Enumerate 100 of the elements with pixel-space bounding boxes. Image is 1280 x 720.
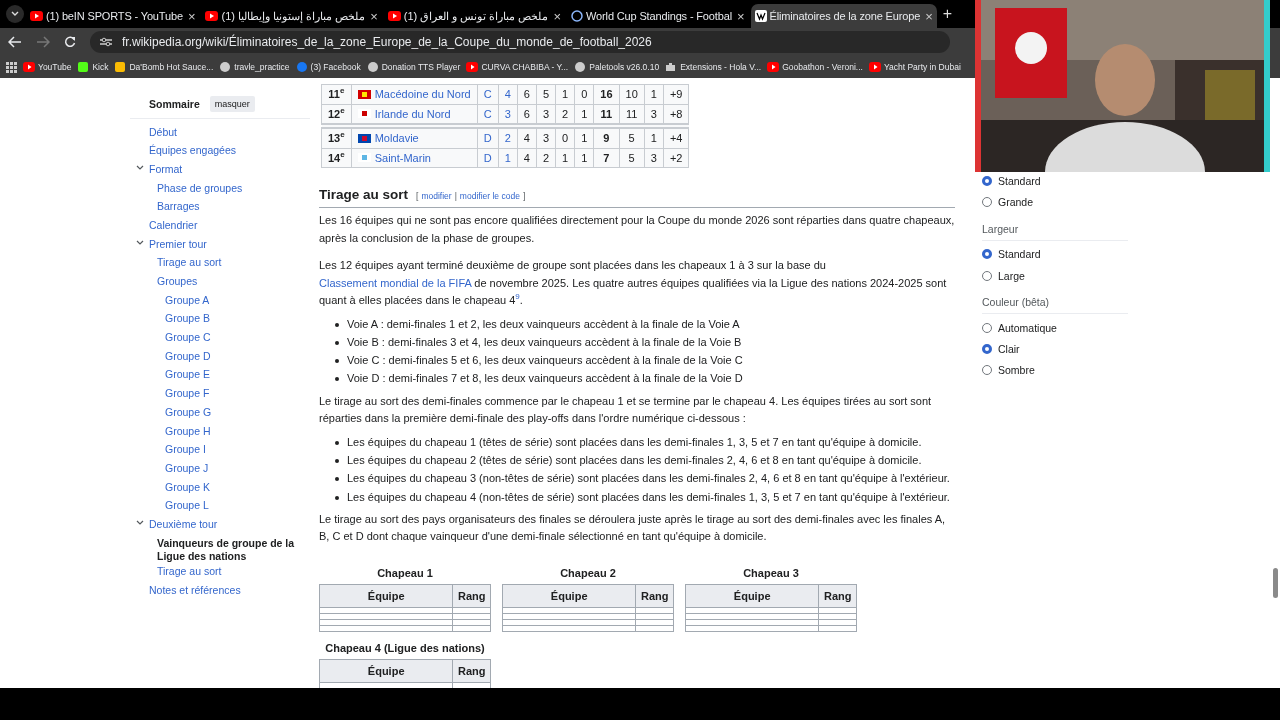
play-icon bbox=[868, 62, 881, 72]
toc-link[interactable]: Groupe D bbox=[165, 349, 211, 363]
toc-link[interactable]: Groupe I bbox=[165, 443, 206, 457]
list-item: Les équipes du chapeau 2 (têtes de série) sont placées dans les demi-finales 2, 4, 6 et 8 en tant qu'équipe à domicile. bbox=[347, 453, 922, 468]
address-bar[interactable]: fr.wikipedia.org/wiki/Éliminatoires_de_la_zone_Europe_de_la_Coupe_du_monde_de_football_2026 bbox=[90, 31, 950, 53]
toc-link[interactable]: Premier tour bbox=[149, 237, 207, 251]
bookmark[interactable]: travle_practice bbox=[219, 62, 290, 72]
bookmark[interactable]: Da'Bomb Hot Sauce... bbox=[114, 62, 214, 72]
forward-icon[interactable] bbox=[36, 36, 50, 48]
radio-label[interactable]: Standard bbox=[998, 248, 1041, 261]
radio-button[interactable] bbox=[982, 270, 992, 281]
reload-icon[interactable] bbox=[64, 36, 76, 48]
toc-link[interactable]: Format bbox=[149, 162, 183, 176]
edit-link[interactable]: modifier bbox=[421, 187, 452, 205]
table-cell: 0 bbox=[562, 132, 569, 145]
new-tab-button[interactable]: + bbox=[938, 5, 957, 23]
close-tab-button[interactable]: × bbox=[187, 8, 196, 24]
close-tab-button[interactable]: × bbox=[553, 8, 562, 24]
rank-cell: 14$^{e}$ bbox=[328, 151, 345, 164]
radio-button[interactable] bbox=[982, 196, 992, 207]
close-tab-button[interactable]: × bbox=[925, 8, 933, 24]
toc-link[interactable]: Début bbox=[149, 125, 178, 139]
list-item: Voie A : demi-finales 1 et 2, les deux vainqueurs accèdent à la finale de la Voie A bbox=[347, 316, 740, 332]
table-cell: 3 bbox=[542, 132, 550, 145]
toc-link[interactable]: Groupe J bbox=[165, 461, 209, 475]
flag-icon bbox=[357, 109, 371, 118]
toc-link[interactable]: Groupe A bbox=[165, 293, 210, 307]
back-icon[interactable] bbox=[8, 36, 22, 48]
toc-link[interactable]: Deuxième tour bbox=[149, 517, 218, 531]
toc-link[interactable]: Groupe K bbox=[165, 480, 210, 494]
bookmark[interactable]: (3) Facebook bbox=[295, 62, 361, 72]
toc-link[interactable]: Groupe F bbox=[165, 387, 210, 401]
browser-tab[interactable]: (1) beIN SPORTS - YouTube × bbox=[26, 4, 200, 28]
toc-link[interactable]: Calendrier bbox=[149, 218, 198, 232]
bullet-icon bbox=[335, 322, 339, 327]
table-cell: 5 bbox=[628, 151, 635, 164]
column-header: Rang bbox=[452, 659, 491, 683]
toc-link[interactable]: Groupe B bbox=[165, 312, 210, 326]
toc-link[interactable]: Groupe C bbox=[165, 331, 211, 345]
browser-tab[interactable]: (1) ملخص مباراة تونس و العراق × bbox=[383, 4, 566, 28]
radio-label[interactable]: Grande bbox=[998, 195, 1034, 208]
radio-button[interactable] bbox=[982, 249, 992, 260]
toc-link[interactable]: Groupe G bbox=[165, 405, 212, 419]
toc-link[interactable]: Vainqueurs de groupe de la Ligue des nations bbox=[157, 536, 310, 563]
table-cell: 1 bbox=[650, 88, 657, 101]
link[interactable]: Classement mondial de la FIFA bbox=[319, 276, 472, 289]
radio-label[interactable]: Large bbox=[998, 269, 1025, 282]
toc-link[interactable]: Groupe E bbox=[165, 368, 210, 382]
flag-icon bbox=[357, 153, 371, 162]
bookmark[interactable]: Donation TTS Player bbox=[366, 62, 461, 72]
reference-link[interactable]: 9 bbox=[515, 292, 520, 302]
bookmark[interactable]: Paletools v26.0.10 bbox=[574, 62, 660, 72]
table-cell: 10 bbox=[625, 88, 638, 101]
table-cell: 9 bbox=[603, 132, 610, 145]
browser-tab[interactable]: Éliminatoires de la zone Europe × bbox=[750, 4, 937, 28]
radio-label[interactable]: Automatique bbox=[998, 321, 1057, 334]
close-tab-button[interactable]: × bbox=[736, 8, 745, 24]
table-cell: 1 bbox=[581, 107, 588, 120]
table-cell: 1 bbox=[562, 151, 569, 164]
toc-link[interactable]: Notes et références bbox=[149, 583, 241, 597]
hide-button[interactable]: masquer bbox=[209, 96, 255, 112]
flag-icon bbox=[357, 89, 371, 99]
bookmark[interactable]: Extensions - Hola V... bbox=[665, 62, 762, 72]
edit-link[interactable]: modifier le code bbox=[459, 187, 520, 205]
radio-label[interactable]: Sombre bbox=[998, 364, 1035, 377]
close-tab-button[interactable]: × bbox=[370, 8, 378, 24]
toc-link[interactable]: Groupe H bbox=[165, 424, 211, 438]
bookmark[interactable]: YouTube bbox=[23, 62, 72, 72]
toc-link[interactable]: Barrages bbox=[157, 200, 200, 214]
chevron-down-icon[interactable] bbox=[135, 239, 144, 246]
browser-tab[interactable]: (1) ملخص مباراة إستونيا وإيطاليا × bbox=[201, 4, 382, 28]
toc-link[interactable]: Équipes engagées bbox=[149, 144, 236, 158]
radio-button[interactable] bbox=[982, 322, 992, 333]
radio-button[interactable] bbox=[982, 365, 992, 376]
chevron-down-icon[interactable] bbox=[135, 164, 144, 171]
toc-link[interactable]: Groupes bbox=[157, 275, 198, 288]
toc-link[interactable]: Groupe L bbox=[165, 499, 209, 513]
option-group-heading: Couleur (bêta) bbox=[982, 286, 1128, 315]
browser-tab[interactable]: World Cup Standings - Footbal × bbox=[567, 4, 749, 28]
toc-link[interactable]: Phase de groupes bbox=[157, 181, 243, 195]
chevron-down-icon[interactable] bbox=[135, 519, 144, 526]
column-header: Équipe bbox=[319, 659, 453, 683]
list-item: Voie D : demi-finales 7 et 8, les deux vainqueurs accèdent à la finale de la Voie D bbox=[347, 371, 743, 387]
table-cell: 4 bbox=[523, 151, 530, 164]
apps-grid-icon[interactable] bbox=[6, 61, 17, 73]
bookmark[interactable]: Kick bbox=[77, 62, 109, 72]
radio-label[interactable]: Clair bbox=[998, 343, 1020, 356]
radio-button[interactable] bbox=[982, 175, 992, 186]
toc-link[interactable]: Tirage au sort bbox=[157, 256, 222, 270]
radio-button[interactable] bbox=[982, 344, 992, 355]
toc-link[interactable]: Tirage au sort bbox=[157, 565, 222, 579]
bookmark[interactable]: Yacht Party in Dubai bbox=[868, 62, 961, 72]
site-settings-icon[interactable] bbox=[100, 37, 112, 47]
table-cell: 4 bbox=[523, 132, 530, 145]
bookmark[interactable]: CURVA CHABIBA - Y... bbox=[466, 62, 569, 72]
bookmark[interactable]: Goobathon - Veroni... bbox=[767, 62, 863, 72]
radio-label[interactable]: Standard bbox=[998, 174, 1041, 187]
table-cell: 16 bbox=[600, 88, 613, 101]
tab-title: (1) ملخص مباراة إستونيا وإيطاليا bbox=[221, 9, 366, 23]
tab-list-button[interactable] bbox=[6, 5, 24, 23]
